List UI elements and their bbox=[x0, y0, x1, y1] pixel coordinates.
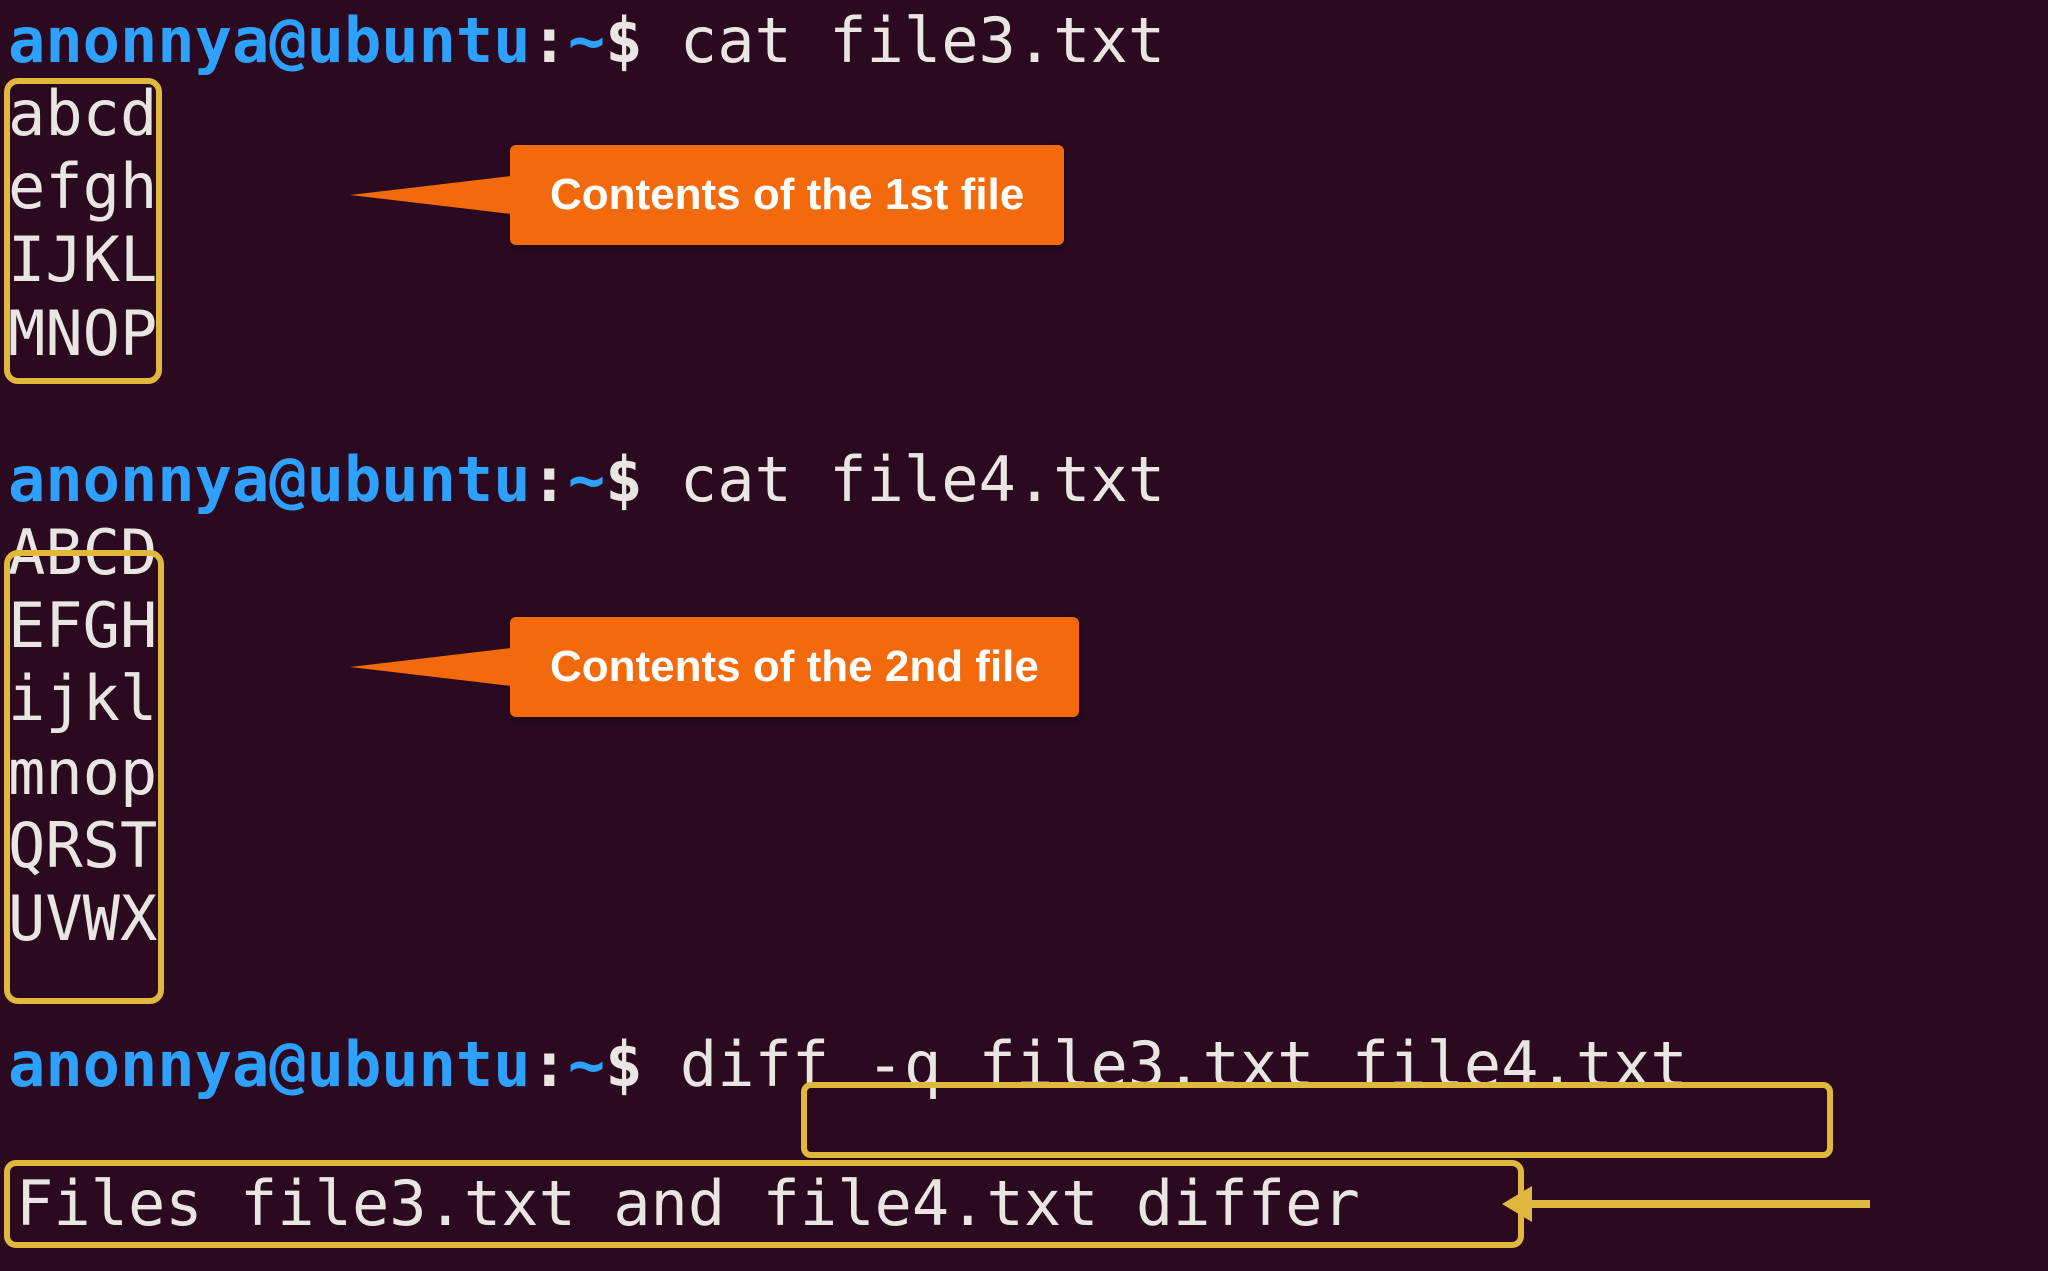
command-cat1: cat file3.txt bbox=[680, 4, 1165, 77]
prompt-colon: : bbox=[531, 1028, 568, 1101]
prompt-host: ubuntu bbox=[307, 4, 531, 77]
blank-line bbox=[8, 370, 2040, 443]
prompt-at: @ bbox=[269, 1028, 306, 1101]
command-diff-prefix: diff bbox=[680, 1028, 867, 1101]
diff-output-text: Files file3.txt and file4.txt differ bbox=[16, 1167, 1360, 1240]
prompt-line-3: anonnya@ubuntu:~$ diff -q file3.txt file… bbox=[8, 1028, 2040, 1101]
annotation-callout-1: Contents of the 1st file bbox=[510, 145, 1064, 245]
file2-line: mnop bbox=[8, 736, 2040, 809]
prompt-path: ~ bbox=[568, 4, 605, 77]
command-diff-args: -q file3.txt file4.txt bbox=[867, 1028, 1688, 1101]
file1-line: MNOP bbox=[8, 297, 2040, 370]
callout-arrow-icon bbox=[350, 175, 520, 215]
prompt-user: anonnya bbox=[8, 1028, 269, 1101]
prompt-at: @ bbox=[269, 4, 306, 77]
callout-label: Contents of the 2nd file bbox=[510, 617, 1079, 717]
prompt-user: anonnya bbox=[8, 443, 269, 516]
file2-line: ABCD bbox=[8, 516, 2040, 589]
prompt-host: ubuntu bbox=[307, 1028, 531, 1101]
prompt-line-2: anonnya@ubuntu:~$ cat file4.txt bbox=[8, 443, 2040, 516]
arrow-left-icon bbox=[1530, 1200, 1870, 1208]
prompt-host: ubuntu bbox=[307, 443, 531, 516]
annotation-callout-2: Contents of the 2nd file bbox=[510, 617, 1079, 717]
prompt-at: @ bbox=[269, 443, 306, 516]
callout-arrow-icon bbox=[350, 647, 520, 687]
prompt-symbol: $ bbox=[605, 1028, 642, 1101]
callout-label: Contents of the 1st file bbox=[510, 145, 1064, 245]
highlight-diff-result: Files file3.txt and file4.txt differ bbox=[4, 1160, 1524, 1248]
prompt-symbol: $ bbox=[605, 4, 642, 77]
file1-line: abcd bbox=[8, 77, 2040, 150]
file2-line: QRST bbox=[8, 809, 2040, 882]
prompt-colon: : bbox=[531, 443, 568, 516]
file2-line: UVWX bbox=[8, 882, 2040, 955]
prompt-path: ~ bbox=[568, 1028, 605, 1101]
command-cat2: cat file4.txt bbox=[680, 443, 1165, 516]
prompt-symbol: $ bbox=[605, 443, 642, 516]
blank-line bbox=[8, 955, 2040, 1028]
prompt-user: anonnya bbox=[8, 4, 269, 77]
prompt-colon: : bbox=[531, 4, 568, 77]
prompt-line-1: anonnya@ubuntu:~$ cat file3.txt bbox=[8, 4, 2040, 77]
prompt-path: ~ bbox=[568, 443, 605, 516]
